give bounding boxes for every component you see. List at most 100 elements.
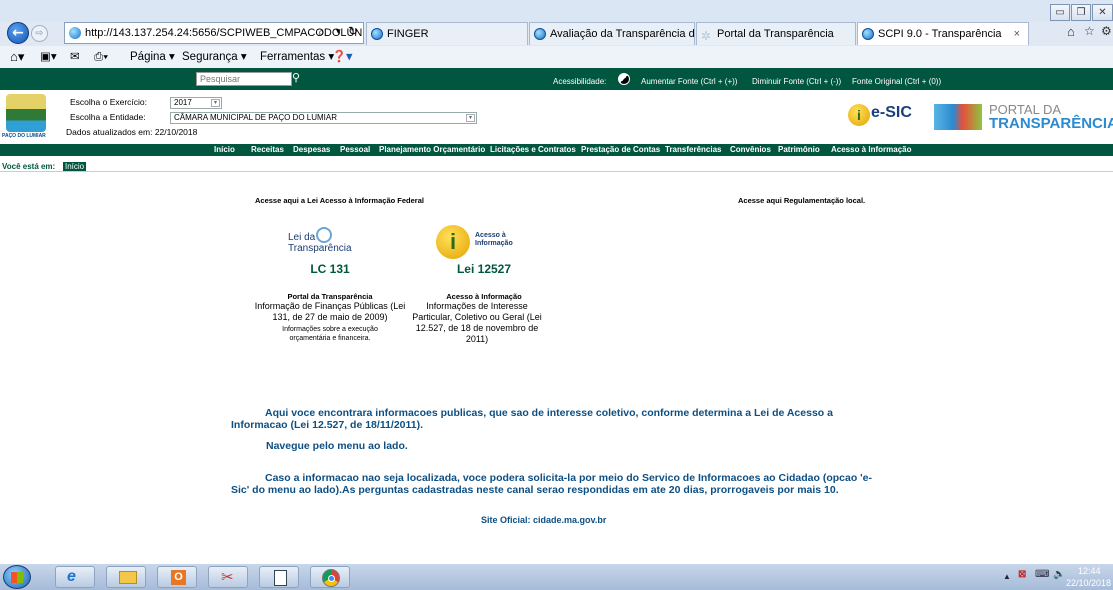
home-page-icon[interactable]: ⌂▾: [10, 46, 24, 68]
chrome-icon: [322, 569, 340, 587]
page-menu[interactable]: Página ▾: [130, 46, 175, 68]
folder-icon: [119, 571, 137, 584]
outlook-taskbar-button[interactable]: O: [157, 566, 197, 588]
menu-acesso[interactable]: Acesso à Informação: [831, 144, 911, 156]
command-bar: ⌂▾ ▣▾ ✉ ⎙▾ Página ▾ Segurança ▾ Ferramen…: [0, 46, 1113, 68]
menu-despesas[interactable]: Despesas: [293, 144, 330, 156]
minimize-button[interactable]: ▭: [1050, 4, 1070, 21]
decrease-font-link[interactable]: Diminuir Fonte (Ctrl + (-)): [752, 77, 841, 86]
forward-arrow-icon: ⇨: [35, 28, 44, 39]
lei12527-link[interactable]: i Acesso à Informação Lei 12527: [414, 223, 554, 276]
start-button[interactable]: [3, 565, 31, 589]
settings-gear-icon[interactable]: ⚙: [1101, 24, 1112, 38]
municipality-logo[interactable]: [6, 94, 46, 132]
security-menu-label: Segurança: [182, 51, 238, 63]
tab-scpi[interactable]: SCPI 9.0 - Transparência ×: [857, 22, 1029, 45]
increase-font-link[interactable]: Aumentar Fonte (Ctrl + (+)): [641, 77, 737, 86]
tab-avaliacao[interactable]: Avaliação da Transparência do...: [529, 22, 695, 45]
clock-time[interactable]: 12:44: [1078, 566, 1101, 576]
outlook-icon: O: [171, 570, 186, 585]
entity-select[interactable]: CÂMARA MUNICIPAL DE PAÇO DO LUMIAR ▾: [170, 112, 477, 124]
windows-logo-icon: [11, 572, 23, 583]
refresh-icon[interactable]: ↻: [348, 24, 358, 38]
exercise-select[interactable]: 2017 ▾: [170, 97, 222, 109]
federal-heading: Acesse aqui a Lei Acesso à Informação Fe…: [255, 196, 424, 205]
people-icon: [934, 104, 982, 130]
notepad-taskbar-button[interactable]: [259, 566, 299, 588]
breadcrumb: Você está em: Início: [0, 157, 1113, 172]
keyboard-icon[interactable]: ⌨: [1035, 569, 1049, 580]
print-icon[interactable]: ⎙▾: [94, 46, 108, 68]
menu-convenios[interactable]: Convênios: [730, 144, 771, 156]
menu-patrimonio[interactable]: Patrimônio: [778, 144, 820, 156]
accessibility-label: Acessibilidade:: [553, 77, 607, 86]
clock-date[interactable]: 22/10/2018: [1066, 578, 1111, 588]
volume-icon[interactable]: 🔈: [1053, 569, 1065, 580]
entity-value: CÂMARA MUNICIPAL DE PAÇO DO LUMIAR: [174, 113, 337, 122]
forward-button[interactable]: ⇨: [31, 25, 48, 42]
network-error-icon[interactable]: ⊠: [1018, 569, 1026, 580]
close-tab-icon[interactable]: ×: [1014, 23, 1020, 45]
menu-licitacoes[interactable]: Licitações e Contratos: [490, 144, 576, 156]
security-menu[interactable]: Segurança ▾: [182, 46, 247, 68]
snipping-taskbar-button[interactable]: ✂: [208, 566, 248, 588]
navigate-paragraph: Navegue pelo menu ao lado.: [266, 440, 408, 452]
esic-logo[interactable]: i e-SIC: [848, 104, 918, 128]
page-menu-label: Página: [130, 51, 166, 63]
breadcrumb-current[interactable]: Início: [63, 162, 87, 171]
menu-prestacao[interactable]: Prestação de Contas: [581, 144, 660, 156]
lc131-description: Informação de Finanças Públicas (Lei 131…: [254, 301, 406, 322]
title-bar: [0, 0, 1113, 22]
intro-text: Aqui voce encontrara informacoes publica…: [231, 407, 833, 431]
tools-menu-label: Ferramentas: [260, 51, 326, 63]
contrast-icon[interactable]: [618, 73, 630, 85]
loading-tab-icon: ✲: [701, 29, 712, 43]
magnifier-icon: [316, 227, 332, 243]
chevron-down-icon: ▾: [211, 99, 220, 107]
lc131-link[interactable]: Lei da Transparência LC 131: [260, 223, 400, 276]
address-search-icon[interactable]: ⌕: [318, 25, 325, 40]
chrome-taskbar-button[interactable]: [310, 566, 350, 588]
portal-transparencia-logo[interactable]: PORTAL DA TRANSPARÊNCIA: [934, 102, 1113, 134]
address-dropdown-icon[interactable]: ▾: [336, 26, 341, 37]
tab-label: Portal da Transparência: [717, 28, 834, 40]
lei12527-title: Lei 12527: [456, 262, 512, 276]
menu-transferencias[interactable]: Transferências: [665, 144, 721, 156]
feeds-icon[interactable]: ▣▾: [40, 46, 57, 68]
menu-inicio[interactable]: Início: [214, 144, 235, 156]
search-input[interactable]: Pesquisar: [196, 72, 292, 86]
tab-label: Avaliação da Transparência do...: [550, 28, 695, 40]
lei-transparencia-logo: Lei da Transparência: [260, 223, 400, 259]
exercise-label: Escolha o Exercício:: [70, 97, 148, 107]
ie-tab-icon: [371, 28, 383, 40]
local-heading[interactable]: Acesse aqui Regulamentação local.: [738, 196, 865, 205]
ie-taskbar-button[interactable]: e: [55, 566, 95, 588]
official-site-link[interactable]: Site Oficial: cidade.ma.gov.br: [481, 515, 606, 525]
show-hidden-icons[interactable]: ▲: [1003, 572, 1011, 581]
explorer-taskbar-button[interactable]: [106, 566, 146, 588]
home-icon[interactable]: ⌂: [1067, 24, 1075, 39]
logo-line2: Transparência: [288, 243, 352, 254]
original-font-link[interactable]: Fonte Original (Ctrl + (0)): [852, 77, 941, 86]
info-icon: i: [436, 225, 470, 259]
menu-receitas[interactable]: Receitas: [251, 144, 284, 156]
tab-label: SCPI 9.0 - Transparência: [878, 28, 1002, 40]
menu-pessoal[interactable]: Pessoal: [340, 144, 370, 156]
tab-portal[interactable]: ✲ Portal da Transparência: [696, 22, 856, 45]
tools-menu[interactable]: Ferramentas ▾: [260, 46, 334, 68]
mail-icon[interactable]: ✉: [70, 46, 80, 68]
restore-button[interactable]: ❐: [1071, 4, 1091, 21]
help-icon[interactable]: ❓▾: [332, 46, 352, 68]
logo-line2: Informação: [475, 240, 513, 247]
logo-caption: PAÇO DO LUMIAR: [2, 133, 46, 139]
search-icon[interactable]: ⚲: [292, 71, 306, 85]
tab-finger[interactable]: FINGER: [366, 22, 528, 45]
ie-tab-icon: [534, 28, 546, 40]
intro-paragraph: Aqui voce encontrara informacoes publica…: [231, 407, 881, 431]
menu-planejamento[interactable]: Planejamento Orçamentário: [379, 144, 485, 156]
portal-line2: TRANSPARÊNCIA: [989, 115, 1113, 132]
close-window-button[interactable]: ✕: [1092, 4, 1113, 21]
entity-label: Escolha a Entidade:: [70, 112, 146, 122]
favorites-star-icon[interactable]: ☆: [1084, 24, 1095, 38]
back-button[interactable]: ←: [7, 22, 29, 44]
